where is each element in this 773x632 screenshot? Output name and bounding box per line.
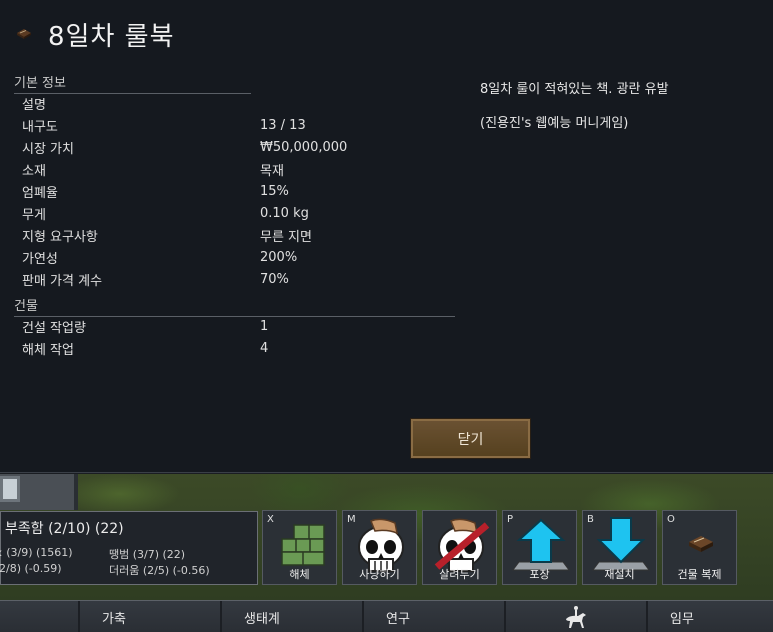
spare-button[interactable]: 살려두기: [422, 510, 497, 585]
main-tab-wildlife[interactable]: 생태계: [222, 601, 364, 632]
stat-row-hitpoints: 내구도 13 / 13: [22, 114, 306, 136]
stat-row-sell-factor: 판매 가격 계수 70%: [22, 268, 289, 290]
copy-building-icon: [663, 515, 738, 573]
stat-value: 무른 지면: [260, 229, 312, 245]
stat-row-market-value: 시장 가치 ₩50,000,000: [22, 136, 347, 158]
order-label: 재설치: [604, 568, 635, 581]
order-label: 사냥하기: [359, 568, 400, 581]
uninstall-button[interactable]: P 포장: [502, 510, 577, 585]
colonist-inspect-panel[interactable]: 부족함 (2/10) (22) ː (3/9) (1561) 땡범 (3/7) …: [0, 511, 258, 585]
stat-row-flammability: 가연성 200%: [22, 246, 297, 268]
main-tab-world[interactable]: [506, 601, 648, 632]
stat-label: 판매 가격 계수: [22, 273, 103, 289]
main-tab-bar: 가축 생태계 연구 임무: [0, 600, 773, 632]
reinstall-button[interactable]: B 재설치: [582, 510, 657, 585]
stat-value: 13 / 13: [260, 117, 306, 133]
description-line: (진용진's 웹예능 머니게임): [480, 116, 629, 131]
main-tab-animals[interactable]: 가축: [80, 601, 222, 632]
main-tab-quests[interactable]: 임무: [648, 601, 773, 632]
stat-row-terrain: 지형 요구사항 무른 지면: [22, 224, 312, 246]
stat-row-deconstruct-work: 해체 작업 4: [22, 337, 268, 359]
stat-label: 엄폐율: [22, 185, 58, 201]
colonist-name: 부족함 (2/10) (22): [5, 521, 124, 537]
stat-value: 15%: [260, 183, 289, 199]
order-label: 살려두기: [439, 568, 480, 581]
item-description: 8일차 룰이 적혀있는 책. 광란 유발 (진용진's 웹예능 머니게임): [480, 80, 760, 148]
main-tab-research[interactable]: 연구: [364, 601, 506, 632]
description-line: 8일차 룰이 적혀있는 책. 광란 유발: [480, 82, 669, 97]
stat-label: 건설 작업량: [22, 320, 86, 336]
stat-value: 목재: [260, 163, 284, 179]
wall-with-window: [0, 474, 78, 510]
need-entry: 더러움 (2/5) (-0.56): [109, 564, 210, 577]
copy-building-button[interactable]: O 건물 복제: [662, 510, 737, 585]
building-header: 건물: [14, 295, 455, 317]
order-label: 포장: [529, 568, 550, 581]
dialog-title-row: 8일차 룰북: [14, 14, 175, 54]
horse-rider-icon: [566, 606, 586, 628]
hunt-button[interactable]: M 사냥하기: [342, 510, 417, 585]
book-icon: [14, 24, 34, 44]
need-entry: 2/8) (-0.59): [0, 562, 62, 575]
dialog-title: 8일차 룰북: [48, 21, 175, 52]
order-label: 해체: [289, 568, 310, 581]
window-icon: [0, 476, 20, 502]
stat-label: 내구도: [22, 119, 58, 135]
pack-arrow-up-icon: [503, 515, 578, 573]
stat-row-description: 설명: [22, 92, 260, 114]
stat-value: 0.10 kg: [260, 205, 309, 221]
hunt-skull-icon: [343, 515, 418, 573]
stat-value: 4: [260, 340, 269, 356]
basic-info-header: 기본 정보: [14, 72, 251, 94]
stat-row-cover: 엄폐율 15%: [22, 180, 289, 202]
reinstall-arrow-down-icon: [583, 515, 658, 573]
stat-value: ₩50,000,000: [260, 139, 348, 155]
stat-row-work-to-build: 건설 작업량 1: [22, 315, 268, 337]
deconstruct-icon: [263, 515, 338, 573]
stat-label: 지형 요구사항: [22, 229, 98, 245]
deconstruct-button[interactable]: X 해체: [262, 510, 337, 585]
stat-label: 시장 가치: [22, 141, 74, 157]
spare-skull-icon: [423, 515, 498, 573]
stat-value: 200%: [260, 249, 298, 265]
info-dialog: 8일차 룰북 기본 정보 설명 내구도 13 / 13 시장 가치 ₩50,00…: [0, 0, 773, 473]
stat-value: 1: [260, 318, 269, 334]
order-label: 건물 복제: [677, 568, 722, 581]
main-tab-work[interactable]: [0, 601, 80, 632]
need-entry: 땡범 (3/7) (22): [109, 548, 186, 561]
stat-label: 설명: [22, 97, 46, 113]
stat-label: 소재: [22, 163, 46, 179]
stat-label: 무게: [22, 207, 46, 223]
close-button[interactable]: 닫기: [410, 418, 531, 459]
stat-row-mass: 무게 0.10 kg: [22, 202, 309, 224]
stat-row-material: 소재 목재: [22, 158, 284, 180]
need-entry: ː (3/9) (1561): [0, 546, 73, 559]
stat-label: 가연성: [22, 251, 58, 267]
stat-label: 해체 작업: [22, 342, 74, 358]
stat-value: 70%: [260, 271, 289, 287]
